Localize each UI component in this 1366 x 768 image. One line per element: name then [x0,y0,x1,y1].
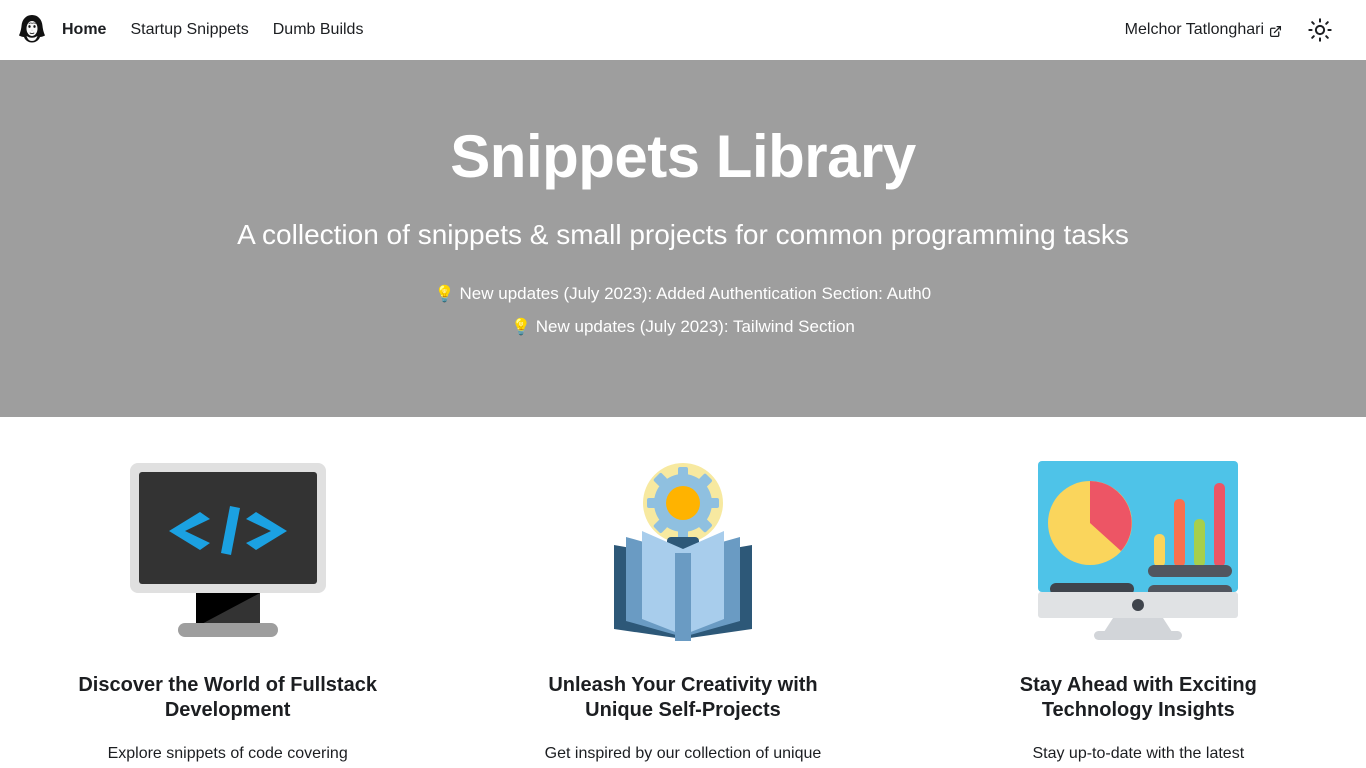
feature-card-fullstack: Discover the World of Fullstack Developm… [0,451,455,768]
sun-icon [1308,18,1332,42]
open-book-lightbulb-icon [612,451,754,651]
feature-text: Explore snippets of code covering fronte… [107,745,348,762]
feature-card-insights: Stay Ahead with Exciting Technology Insi… [911,451,1366,768]
hero-update-note-1: 💡 New updates (July 2023): Added Authent… [16,282,1350,307]
hero-update-note-2: 💡 New updates (July 2023): Tailwind Sect… [16,315,1350,340]
analytics-monitor-icon [1038,451,1239,651]
feature-card-creativity: Unleash Your Creativity with Unique Self… [455,451,910,768]
feature-title: Unleash Your Creativity with Unique Self… [548,674,818,721]
features-section: Discover the World of Fullstack Developm… [0,417,1366,768]
avatar-portrait-logo-icon[interactable] [16,14,62,46]
hero-subtitle: A collection of snippets & small project… [237,219,1129,250]
navbar: Home Startup Snippets Dumb Builds Melcho… [0,0,1366,60]
external-link-icon [1269,24,1282,37]
navbar-right-group: Melchor Tatlonghari [1125,14,1350,46]
feature-text: Stay up-to-date with the latest advancem… [1032,745,1245,762]
hero-update-note-1-text: New updates (July 2023): Added Authentic… [459,283,932,303]
code-monitor-icon [128,451,328,651]
hero-banner: Snippets Library A collection of snippet… [0,60,1366,417]
feature-text: Get inspired by our collection of unique… [544,745,822,762]
nav-external-link-label: Melchor Tatlonghari [1124,21,1264,38]
feature-title: Stay Ahead with Exciting Technology Insi… [1019,674,1257,721]
nav-link-home[interactable]: Home [62,17,118,43]
navbar-left-group: Home Startup Snippets Dumb Builds [16,14,375,46]
nav-link-startup-snippets[interactable]: Startup Snippets [118,17,260,43]
nav-external-link-author[interactable]: Melchor Tatlonghari [1125,21,1282,39]
lightbulb-icon: 💡 [434,285,455,303]
lightbulb-icon: 💡 [511,319,532,337]
hero-update-note-2-text: New updates (July 2023): Tailwind Sectio… [535,317,855,337]
theme-toggle-button[interactable] [1304,14,1336,46]
feature-title: Discover the World of Fullstack Developm… [78,674,377,721]
nav-link-dumb-builds[interactable]: Dumb Builds [261,17,376,43]
page-title: Snippets Library [450,123,916,190]
